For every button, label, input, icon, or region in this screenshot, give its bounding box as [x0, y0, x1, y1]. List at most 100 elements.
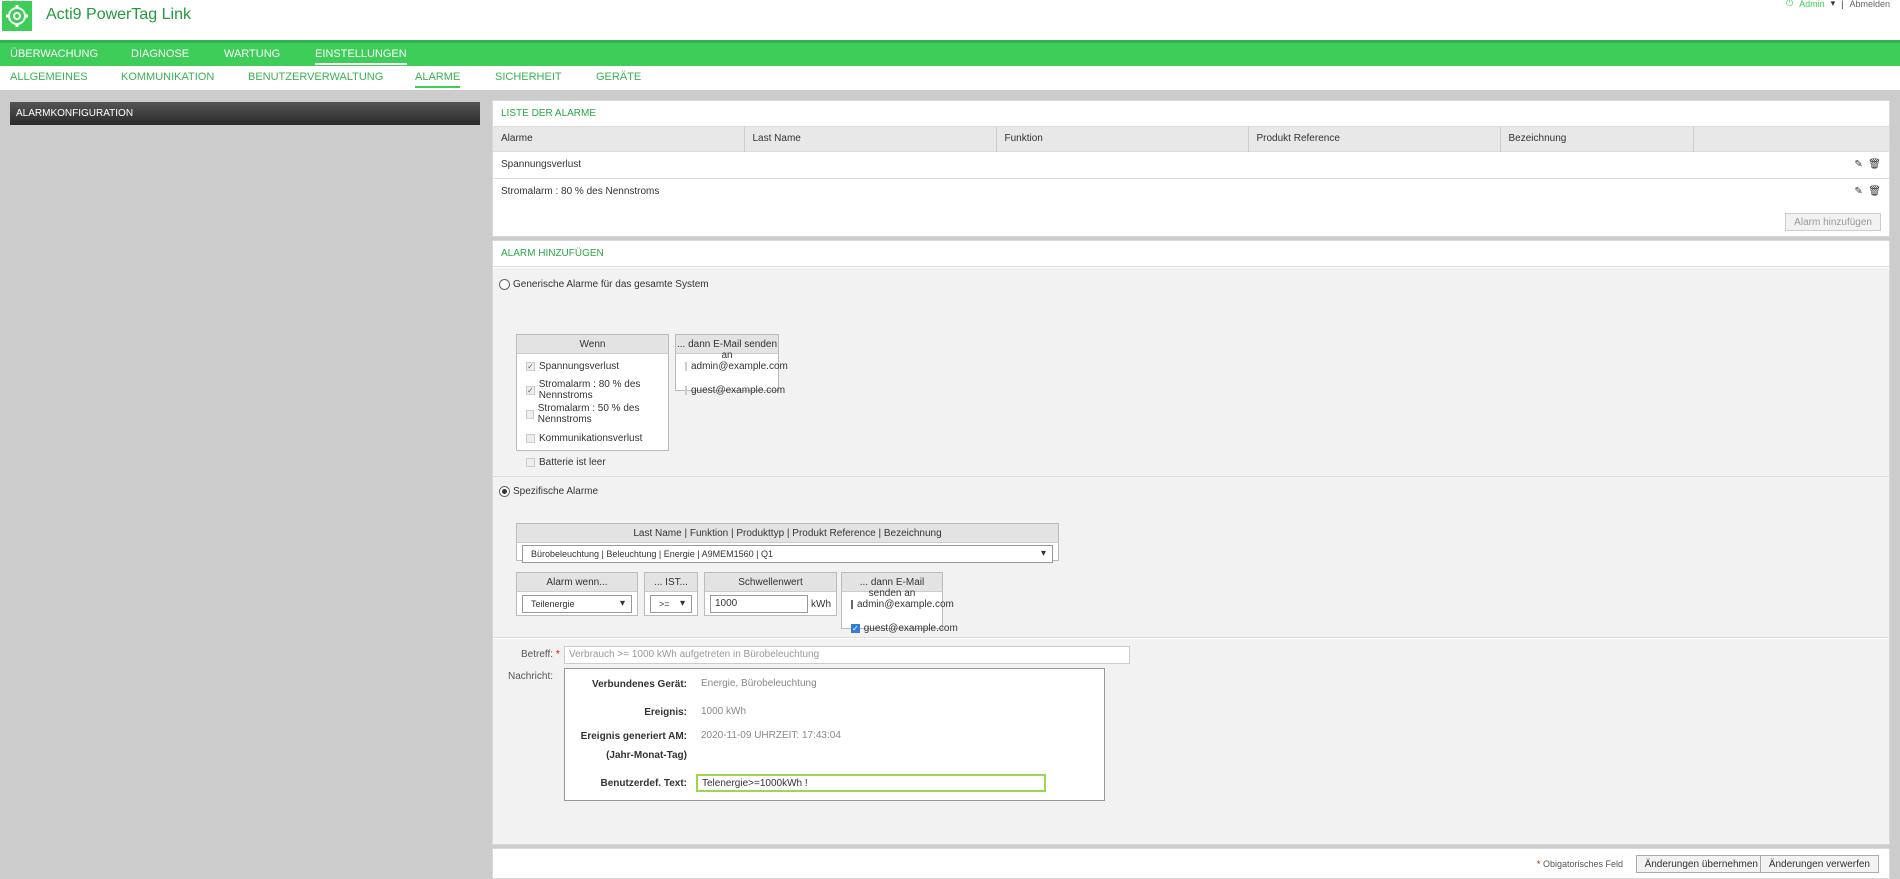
footer-bar: * Obigatorisches Feld Änderungen überneh… — [492, 848, 1890, 879]
sidebar-item-alarmkonfiguration[interactable]: ALARMKONFIGURATION — [10, 102, 480, 125]
when-box: Wenn ✓ Spannungsverlust ✓ Stromalarm : 80 … — [516, 334, 669, 468]
subject-label: Betreff: — [521, 649, 554, 660]
discard-changes-button[interactable]: Änderungen verwerfen — [1759, 855, 1879, 873]
custom-text-input[interactable]: Telenergie>=1000kWh ! — [696, 774, 1046, 792]
when-checkbox-5[interactable] — [526, 457, 535, 467]
alarm-when-box: Alarm wenn... Teilenergie — [516, 572, 638, 616]
threshold-unit: kWh — [811, 598, 831, 610]
msg-generated-label: Ereignis generiert AM: — [580, 731, 687, 742]
specific-email-checkbox-guest[interactable]: ✓ — [851, 623, 860, 633]
trash-icon[interactable]: 🗑 — [1868, 159, 1881, 170]
device-header: Last Name | Funktion | Produkttyp | Prod… — [517, 524, 1058, 543]
alarm-when-select[interactable]: Teilenergie — [522, 595, 632, 613]
msg-device-value: Energie, Bürobeleuchtung — [701, 678, 817, 689]
tab-kommunikation[interactable]: KOMMUNIKATION — [121, 71, 214, 83]
mandatory-note: Obigatorisches Feld — [1542, 859, 1623, 869]
required-star: * — [1536, 859, 1541, 869]
when-checkbox-1[interactable]: ✓ — [526, 361, 535, 371]
table-row: Spannungsverlust ✎ 🗑 — [493, 150, 1889, 178]
logout-link[interactable]: Abmelden — [1849, 0, 1890, 9]
add-alarm-title: ALARM HINZUFÜGEN — [493, 241, 1889, 267]
gear-logo-icon — [2, 1, 32, 31]
specific-email-header: ... dann E-Mail senden an — [842, 573, 942, 599]
nav-einstellungen[interactable]: EINSTELLUNGEN — [315, 48, 407, 65]
add-alarm-panel: ALARM HINZUFÜGEN Generische Alarme für d… — [492, 240, 1890, 845]
alarm-list-panel: LISTE DER ALARME Alarme Last Name Funkti… — [492, 100, 1890, 237]
tab-allgemeines[interactable]: ALLGEMEINES — [10, 71, 88, 83]
chevron-down-icon[interactable]: ▾ — [1831, 0, 1836, 9]
apply-changes-button[interactable]: Änderungen übernehmen — [1635, 855, 1767, 873]
required-star: * — [555, 649, 560, 660]
msg-generated-sub: (Jahr-Monat-Tag) — [606, 750, 687, 761]
edit-icon[interactable]: ✎ — [1854, 186, 1862, 197]
tab-alarme[interactable]: ALARME — [415, 71, 461, 88]
user-area: ⏻ Admin ▾ | Abmelden — [1785, 0, 1890, 9]
email-checkbox-admin[interactable] — [685, 361, 687, 371]
col-produkt-reference: Produkt Reference — [1248, 127, 1501, 151]
message-box: Verbundenes Gerät: Energie, Bürobeleucht… — [564, 668, 1105, 801]
header: Acti9 PowerTag Link ⏻ Admin ▾ | Abmelden — [0, 0, 1900, 40]
power-icon: ⏻ — [1785, 0, 1794, 8]
when-checkbox-4[interactable] — [526, 433, 535, 443]
email-label: guest@example.com — [863, 622, 958, 634]
nav-wartung[interactable]: WARTUNG — [224, 48, 280, 60]
app-title: Acti9 PowerTag Link — [46, 6, 191, 23]
nav-uberwachung[interactable]: ÜBERWACHUNG — [10, 48, 98, 60]
device-box: Last Name | Funktion | Produkttyp | Prod… — [516, 523, 1059, 563]
specific-label: Spezifische Alarme — [513, 486, 599, 497]
device-select[interactable]: Bürobeleuchtung | Beleuchtung | Energie … — [522, 545, 1053, 563]
email-label: guest@example.com — [691, 384, 786, 396]
main-nav: ÜBERWACHUNG DIAGNOSE WARTUNG EINSTELLUNG… — [0, 40, 1900, 66]
email-header: ... dann E-Mail senden an — [676, 335, 778, 361]
tab-sicherheit[interactable]: SICHERHEIT — [495, 71, 562, 83]
specific-email-checkbox-admin[interactable] — [851, 599, 853, 609]
main-content: LISTE DER ALARME Alarme Last Name Funkti… — [492, 90, 1900, 879]
is-header: ... IST... — [645, 573, 697, 592]
email-label: admin@example.com — [691, 360, 788, 372]
tab-geraete[interactable]: GERÄTE — [596, 71, 641, 83]
when-label-4: Kommunikationsverlust — [539, 432, 643, 444]
nav-diagnose[interactable]: DIAGNOSE — [131, 48, 189, 60]
when-label-3: Stromalarm : 50 % des Nennstroms — [537, 403, 640, 425]
when-checkbox-2[interactable]: ✓ — [526, 385, 535, 395]
threshold-box: Schwellenwert 1000 kWh — [704, 572, 837, 616]
alarm-list-title: LISTE DER ALARME — [493, 101, 1889, 127]
col-bezeichnung: Bezeichnung — [1500, 127, 1694, 151]
col-alarme: Alarme — [493, 127, 745, 151]
threshold-input[interactable]: 1000 — [710, 595, 808, 613]
sub-nav: ALLGEMEINES KOMMUNIKATION BENUTZERVERWAL… — [0, 66, 1900, 90]
alarm-when-header: Alarm wenn... — [517, 573, 637, 592]
threshold-header: Schwellenwert — [705, 573, 836, 592]
alarm-name: Spannungsverlust — [493, 150, 744, 178]
specific-radio[interactable] — [499, 486, 510, 497]
msg-generated-value: 2020-11-09 UHRZEIT: 17:43:04 — [701, 730, 841, 741]
alarm-table: Alarme Last Name Funktion Produkt Refere… — [493, 127, 1889, 205]
operator-select[interactable]: >= — [650, 595, 692, 613]
msg-event-label: Ereignis: — [644, 707, 687, 718]
tab-benutzerverwaltung[interactable]: BENUTZERVERWALTUNG — [248, 71, 383, 83]
edit-icon[interactable]: ✎ — [1854, 159, 1862, 170]
msg-event-value: 1000 kWh — [701, 706, 747, 717]
specific-email-box: ... dann E-Mail senden an admin@example.… — [841, 572, 958, 634]
alarm-name: Stromalarm : 80 % des Nennstroms — [493, 177, 744, 205]
msg-device-label: Verbundenes Gerät: — [591, 679, 687, 690]
trash-icon[interactable]: 🗑 — [1868, 186, 1881, 197]
user-name[interactable]: Admin — [1799, 0, 1825, 9]
when-label-5: Batterie ist leer — [539, 456, 606, 468]
col-last-name: Last Name — [744, 127, 997, 151]
msg-custom-label: Benutzerdef. Text: — [600, 778, 688, 789]
add-alarm-button[interactable]: Alarm hinzufügen — [1785, 213, 1881, 231]
when-checkbox-3[interactable] — [526, 409, 534, 419]
is-box: ... IST... >= — [644, 572, 698, 616]
when-label-2: Stromalarm : 80 % des Nennstroms — [538, 379, 641, 401]
when-label-1: Spannungsverlust — [539, 360, 620, 372]
table-row: Stromalarm : 80 % des Nennstroms ✎ 🗑 — [493, 177, 1889, 205]
col-funktion: Funktion — [996, 127, 1249, 151]
email-label: admin@example.com — [857, 598, 954, 610]
email-checkbox-guest[interactable] — [685, 385, 687, 395]
generic-radio[interactable] — [499, 279, 510, 290]
subject-input[interactable]: Verbrauch >= 1000 kWh aufgetreten in Bür… — [564, 646, 1130, 664]
generic-label: Generische Alarme für das gesamte System — [513, 279, 709, 290]
when-header: Wenn — [517, 335, 668, 354]
generic-email-box: ... dann E-Mail senden an admin@example.… — [675, 334, 788, 396]
